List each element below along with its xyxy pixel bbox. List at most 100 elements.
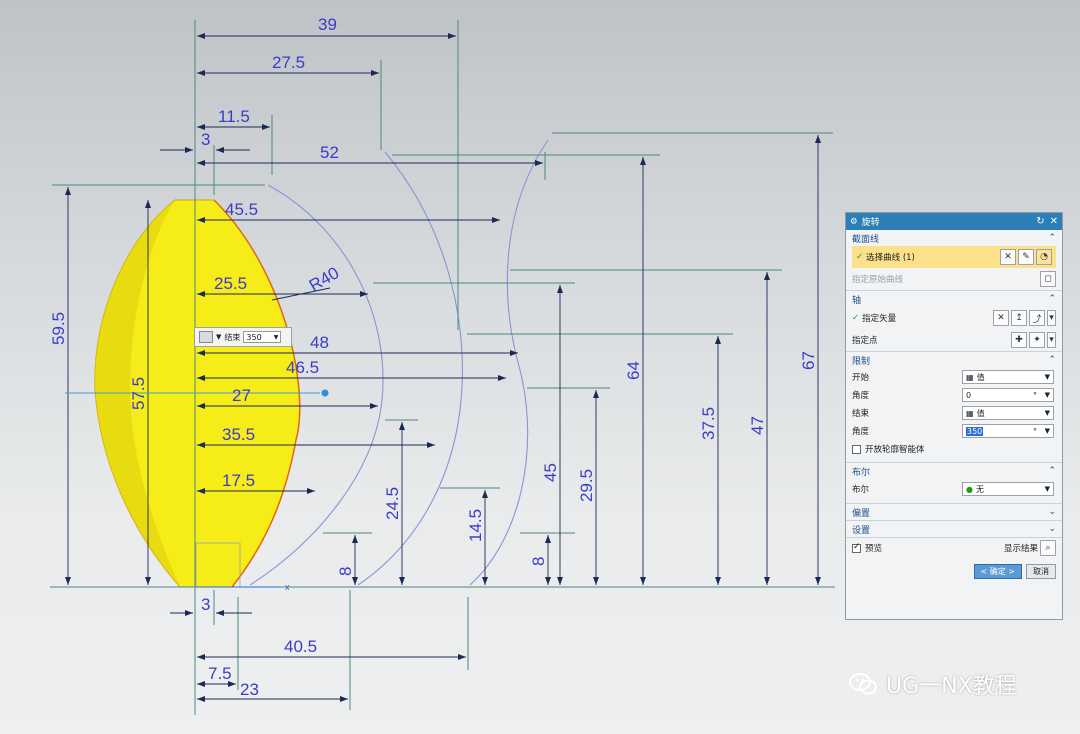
end-row: 结束 ▦ 值 ▼: [846, 404, 1062, 422]
chevron-down-icon[interactable]: ▾: [1047, 332, 1056, 348]
chevron-up-icon[interactable]: ⌃: [1048, 466, 1056, 476]
dim-11-5: 11.5: [218, 107, 250, 126]
inferred-point-icon[interactable]: ✦: [1029, 332, 1045, 348]
dim-46-5: 46.5: [286, 358, 319, 377]
check-icon: ✓: [856, 252, 864, 262]
dialog-title: 旋转: [861, 218, 880, 228]
chevron-up-icon[interactable]: ⌃: [1048, 233, 1056, 243]
section-header-settings[interactable]: 设置 ⌄: [846, 520, 1062, 537]
section-header-offset[interactable]: 偏置 ⌄: [846, 503, 1062, 520]
bool-label: 布尔: [852, 485, 870, 495]
dim-47: 47: [748, 416, 767, 435]
x-axis-label: x: [285, 582, 290, 592]
value-icon: ▦: [966, 408, 974, 418]
dim-64: 64: [624, 361, 643, 380]
preview-checkbox[interactable]: [852, 542, 861, 553]
magnifier-icon[interactable]: ⌕: [1040, 540, 1056, 556]
curve-rule-icon[interactable]: ✕: [1000, 249, 1016, 265]
watermark-text: UG一NX教程: [886, 674, 1017, 699]
specified-point[interactable]: [321, 389, 329, 397]
start-label: 开始: [852, 373, 870, 383]
start-row: 开始 ▦ 值 ▼: [846, 368, 1062, 386]
close-icon[interactable]: ✕: [1050, 216, 1058, 227]
dialog-titlebar[interactable]: ⚙ 旋转 ↻ ✕: [846, 213, 1062, 230]
ok-button[interactable]: < 确定 >: [973, 563, 1022, 579]
open-profile-label: 开放轮廓智能体: [865, 445, 925, 455]
start-angle-input[interactable]: 0 ° ▼: [962, 388, 1054, 402]
start-type-select[interactable]: ▦ 值 ▼: [962, 370, 1054, 384]
origin-curve-label: 指定原始曲线: [852, 275, 904, 285]
gear-icon: ⚙: [850, 216, 858, 227]
sketch-icon[interactable]: ✎: [1018, 249, 1034, 265]
chevron-down-icon[interactable]: ▾: [1047, 310, 1056, 326]
chevron-down-icon: ▼: [1044, 373, 1050, 381]
specify-point-row[interactable]: 指定点 ✚ ✦ ▾: [846, 329, 1062, 351]
chevron-down-icon[interactable]: ⌄: [1048, 524, 1056, 534]
show-result-label: 显示结果: [1003, 544, 1038, 554]
value-icon: ▦: [966, 372, 974, 382]
chevron-down-icon[interactable]: ⌄: [1048, 507, 1056, 517]
dim-7-5: 7.5: [208, 664, 232, 683]
float-bar-value-input[interactable]: 350 ▼: [243, 331, 282, 343]
reverse-direction-icon[interactable]: ✕: [993, 310, 1009, 326]
origin-curve-icon[interactable]: ◻: [1040, 271, 1056, 287]
end-angle-input[interactable]: 350 ° ▼: [962, 424, 1054, 438]
point-dialog-icon[interactable]: ✚: [1011, 332, 1027, 348]
end-type-select[interactable]: ▦ 值 ▼: [962, 406, 1054, 420]
end-angle-label: 角度: [852, 427, 870, 437]
chevron-down-icon: ▼: [1044, 409, 1050, 417]
bool-row: 布尔 ● 无 ▼: [846, 479, 1062, 499]
dim-29-5: 29.5: [577, 469, 596, 502]
section-header-axis[interactable]: 轴 ⌃: [846, 290, 1062, 307]
chevron-down-icon: ▼: [1044, 391, 1050, 399]
dim-67: 67: [799, 351, 818, 370]
reset-icon[interactable]: ↻: [1036, 216, 1044, 227]
select-curve-label: 选择曲线 (1): [866, 253, 915, 263]
dim-45-5: 45.5: [225, 200, 258, 219]
wechat-icon: [849, 673, 877, 695]
open-profile-row[interactable]: 开放轮廓智能体: [846, 440, 1062, 458]
dim-27-5: 27.5: [272, 53, 305, 72]
dim-3-bottom: 3: [201, 595, 210, 614]
section-header-curve[interactable]: 截面线 ⌃: [846, 230, 1062, 246]
section-header-limits[interactable]: 限制 ⌃: [846, 351, 1062, 368]
open-profile-checkbox[interactable]: [852, 444, 861, 454]
vector-icon[interactable]: ↥: [1011, 310, 1027, 326]
dim-52: 52: [320, 143, 339, 162]
curve-icon[interactable]: ◔: [1036, 249, 1052, 265]
dim-57-5: 57.5: [129, 377, 148, 410]
chevron-up-icon[interactable]: ⌃: [1048, 294, 1056, 304]
specify-vector-label: 指定矢量: [862, 314, 897, 324]
dim-48: 48: [310, 333, 329, 352]
bool-select[interactable]: ● 无 ▼: [962, 482, 1054, 496]
section-header-bool[interactable]: 布尔 ⌃: [846, 462, 1062, 479]
chevron-down-icon: ▼: [1044, 485, 1050, 493]
start-angle-label: 角度: [852, 391, 870, 401]
watermark: UG一NX教程: [848, 668, 1017, 700]
revolve-dialog: ⚙ 旋转 ↻ ✕ 截面线 ⌃ ✓ 选择曲线 (1) ✕ ✎ ◔ 指定原始曲线 ◻ …: [845, 212, 1063, 620]
value-type-icon[interactable]: [199, 331, 213, 343]
check-icon: ✓: [852, 313, 860, 323]
dim-40-5: 40.5: [284, 637, 317, 656]
vector-dialog-icon[interactable]: ⤴: [1029, 310, 1045, 326]
dim-37-5: 37.5: [699, 407, 718, 440]
end-angle-float-bar[interactable]: ▼ 结束 350 ▼: [194, 327, 292, 347]
dim-8-left: 8: [336, 567, 355, 576]
radius-label: R40: [306, 263, 343, 295]
select-curve-row[interactable]: ✓ 选择曲线 (1) ✕ ✎ ◔: [852, 246, 1056, 268]
dim-3-top: 3: [201, 130, 210, 149]
dim-45: 45: [541, 463, 560, 482]
chevron-down-icon[interactable]: ▼: [216, 333, 221, 341]
dim-8-right: 8: [529, 557, 548, 566]
dim-39: 39: [318, 15, 337, 34]
specify-point-label: 指定点: [852, 336, 878, 346]
chevron-up-icon[interactable]: ⌃: [1048, 355, 1056, 365]
dim-23: 23: [240, 680, 259, 699]
end-label: 结束: [852, 409, 870, 419]
dim-35-5: 35.5: [222, 425, 255, 444]
cancel-button[interactable]: 取消: [1026, 563, 1056, 579]
specify-vector-row[interactable]: ✓ 指定矢量 ✕ ↥ ⤴ ▾: [846, 307, 1062, 329]
start-angle-row: 角度 0 ° ▼: [846, 386, 1062, 404]
dim-27: 27: [232, 386, 251, 405]
origin-curve-row[interactable]: 指定原始曲线 ◻: [846, 268, 1062, 290]
